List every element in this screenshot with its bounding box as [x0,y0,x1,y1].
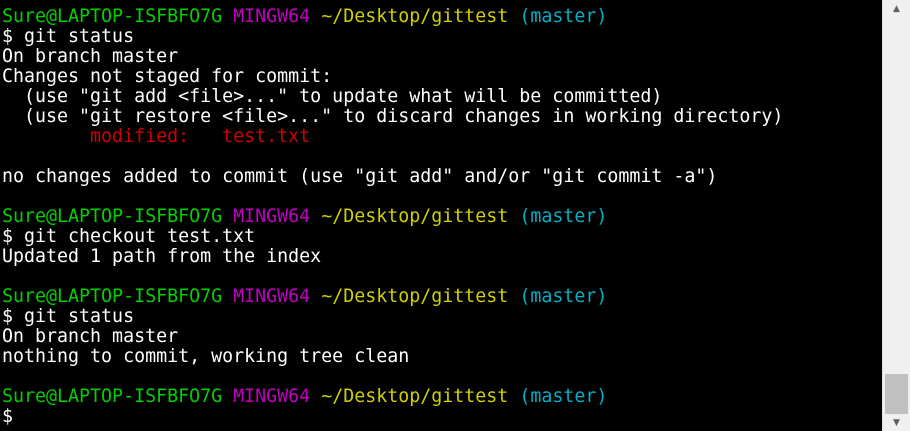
scroll-down-button[interactable]: ▼ [883,414,910,431]
prompt-line: Sure@LAPTOP-ISFBFO7G MINGW64 ~/Desktop/g… [2,7,783,27]
prompt-path: ~/Desktop/gittest [321,386,509,407]
modified-file-line: modified: test.txt [2,127,783,147]
terminal-window[interactable]: Sure@LAPTOP-ISFBFO7G MINGW64 ~/Desktop/g… [0,0,882,431]
chevron-up-icon: ▲ [893,3,900,14]
prompt-env: MINGW64 [233,286,311,307]
prompt-user-host: Sure@LAPTOP-ISFBFO7G [2,286,223,307]
prompt-user-host: Sure@LAPTOP-ISFBFO7G [2,386,223,407]
prompt-user-host: Sure@LAPTOP-ISFBFO7G [2,6,223,27]
output-line: Changes not staged for commit: [2,66,333,87]
scrollbar-track[interactable] [883,17,910,414]
prompt-env: MINGW64 [233,386,311,407]
prompt-path: ~/Desktop/gittest [321,6,509,27]
output-line: (use "git add <file>..." to update what … [2,86,663,107]
prompt-path: ~/Desktop/gittest [321,206,509,227]
scrollbar-thumb[interactable] [885,374,908,414]
prompt-user-host: Sure@LAPTOP-ISFBFO7G [2,206,223,227]
vertical-scrollbar[interactable]: ▲ ▼ [882,0,910,431]
output-line: nothing to commit, working tree clean [2,346,410,367]
prompt-path: ~/Desktop/gittest [321,286,509,307]
modified-filename: test.txt [189,126,311,147]
output-line: $ [2,406,14,427]
prompt-env: MINGW64 [233,206,311,227]
prompt-branch: (master) [519,6,608,27]
terminal-output: Sure@LAPTOP-ISFBFO7G MINGW64 ~/Desktop/g… [2,7,783,427]
modified-label: modified: [2,126,190,147]
prompt-branch: (master) [519,206,608,227]
prompt-branch: (master) [519,386,608,407]
output-line: (use "git restore <file>..." to discard … [2,106,784,127]
prompt-line: Sure@LAPTOP-ISFBFO7G MINGW64 ~/Desktop/g… [2,207,783,227]
prompt-branch: (master) [519,286,608,307]
output-line: On branch master [2,46,179,67]
prompt-line: Sure@LAPTOP-ISFBFO7G MINGW64 ~/Desktop/g… [2,287,783,307]
output-line: no changes added to commit (use "git add… [2,166,718,187]
chevron-down-icon: ▼ [893,417,900,428]
output-line: $ git status [2,306,135,327]
output-line: $ git checkout test.txt [2,226,256,247]
output-line: Updated 1 path from the index [2,246,322,267]
scroll-up-button[interactable]: ▲ [883,0,910,17]
output-line: On branch master [2,326,179,347]
output-line: $ git status [2,26,135,47]
prompt-env: MINGW64 [233,6,311,27]
prompt-line: Sure@LAPTOP-ISFBFO7G MINGW64 ~/Desktop/g… [2,387,783,407]
